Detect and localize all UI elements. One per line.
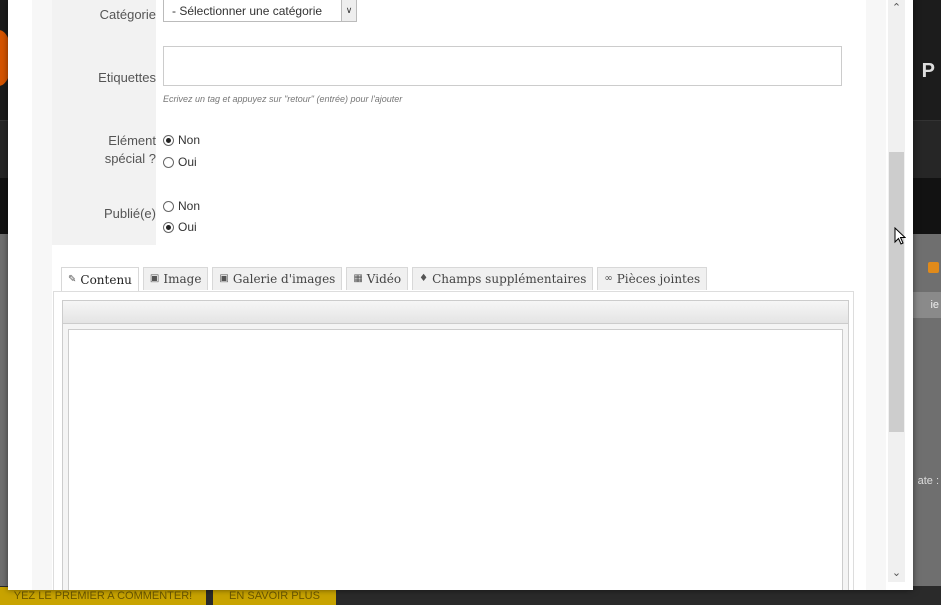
modal-scrollbar[interactable]: ⌃ ⌄ [888, 0, 905, 582]
image-icon: ▣ [149, 273, 160, 284]
modal-edge-left [32, 0, 52, 590]
background-sidebar-tab: ie [911, 292, 941, 318]
featured-option-oui-label: Oui [178, 155, 197, 169]
radio-unchecked-icon[interactable] [163, 157, 174, 169]
featured-option-non-label: Non [178, 133, 201, 147]
film-icon: ▦ [353, 273, 363, 284]
category-select-value: - Sélectionner une catégorie [172, 4, 323, 18]
rss-icon [928, 262, 939, 273]
tab-pieces-jointes[interactable]: ∞ Pièces jointes [597, 267, 708, 290]
radio-unchecked-icon[interactable] [163, 201, 174, 213]
published-option-oui[interactable]: Oui [163, 219, 197, 235]
form-scroll-area[interactable]: Catégorie Etiquettes Elément spécial ? P… [52, 0, 866, 590]
featured-option-non[interactable]: Non [163, 132, 200, 148]
tab-champs[interactable]: ♦ Champs supplémentaires [412, 267, 594, 290]
tab-contenu-label: Contenu [80, 272, 132, 287]
content-editor [62, 300, 849, 590]
scrollbar-thumb[interactable] [889, 152, 904, 432]
mouse-cursor-icon [894, 227, 906, 245]
featured-label-line2: spécial ? [104, 151, 156, 166]
tab-image-label: Image [163, 272, 202, 286]
radio-checked-icon[interactable] [163, 135, 174, 147]
category-select[interactable]: - Sélectionner une catégorie ∨ [163, 0, 357, 22]
tab-contenu[interactable]: ✎ Contenu [61, 267, 139, 291]
featured-label: Elément spécial ? [60, 132, 156, 168]
tab-panel-contenu [53, 291, 854, 590]
paperclip-icon: ∞ [604, 273, 613, 284]
background-date-label: ate : [917, 475, 939, 487]
puzzle-icon: ♦ [419, 273, 429, 284]
editor-text-area[interactable] [68, 329, 843, 590]
item-edit-modal: Catégorie Etiquettes Elément spécial ? P… [8, 0, 913, 590]
chevron-up-icon[interactable]: ⌃ [888, 0, 905, 17]
featured-option-oui[interactable]: Oui [163, 154, 197, 170]
item-tabs: ✎ Contenu ▣ Image ▣ Galerie d'images ▦ Vidéo… [61, 267, 708, 291]
tab-galerie-label: Galerie d'images [232, 272, 336, 286]
published-option-non-label: Non [178, 199, 201, 213]
tab-champs-label: Champs supplémentaires [432, 272, 587, 286]
tab-video[interactable]: ▦ Vidéo [346, 267, 409, 290]
featured-label-line1: Elément [108, 133, 156, 148]
tags-input[interactable] [163, 46, 842, 86]
editor-toolbar [63, 301, 848, 324]
tab-video-label: Vidéo [366, 272, 402, 286]
published-label: Publié(e) [103, 206, 156, 221]
radio-checked-icon[interactable] [163, 222, 174, 234]
tags-hint: Ecrivez un tag et appuyez sur "retour" (… [163, 94, 403, 104]
camera-icon: ▣ [219, 273, 229, 284]
modal-edge-right [866, 0, 886, 590]
tab-galerie[interactable]: ▣ Galerie d'images [212, 267, 343, 290]
chevron-down-icon[interactable]: ⌄ [888, 565, 905, 582]
label-column: Catégorie Etiquettes Elément spécial ? P… [52, 0, 156, 245]
tab-image[interactable]: ▣ Image [142, 267, 209, 290]
tags-label: Etiquettes [98, 70, 156, 85]
chevron-down-icon[interactable]: ∨ [341, 0, 356, 21]
published-option-oui-label: Oui [178, 220, 197, 234]
published-option-non[interactable]: Non [163, 198, 200, 214]
modal-gutter [8, 0, 32, 590]
category-label: Catégorie [99, 7, 156, 22]
tab-pieces-jointes-label: Pièces jointes [616, 272, 701, 286]
edit-icon: ✎ [68, 273, 77, 285]
